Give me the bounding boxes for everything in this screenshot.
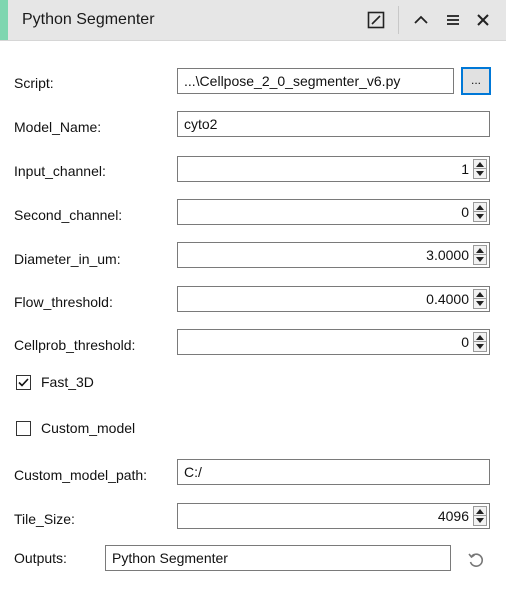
fast-3d-checkbox[interactable] [16,375,31,390]
outputs-field[interactable]: Python Segmenter [105,545,451,571]
browse-button[interactable]: ... [461,67,491,95]
close-icon[interactable] [471,8,495,32]
spin-arrows-icon[interactable] [473,245,487,265]
reset-icon[interactable] [466,550,486,570]
edit-icon[interactable] [364,8,388,32]
custom-model-checkbox[interactable] [16,421,31,436]
second-channel-spinbox[interactable]: 0 [177,199,490,225]
fast-3d-label: Fast_3D [41,374,94,390]
input-channel-label: Input_channel: [14,163,106,179]
tile-size-value: 4096 [437,508,469,524]
script-value: ...\Cellpose_2_0_segmenter_v6.py [184,73,401,89]
model-name-value: cyto2 [184,116,218,132]
outputs-value: Python Segmenter [112,550,228,566]
header-separator [398,6,399,34]
flow-threshold-spinbox[interactable]: 0.4000 [177,286,490,312]
diameter-value: 3.0000 [426,247,469,263]
diameter-label: Diameter_in_um: [14,251,121,267]
diameter-spinbox[interactable]: 3.0000 [177,242,490,268]
script-label: Script: [14,75,54,91]
panel-title: Python Segmenter [22,11,155,28]
panel-header: Python Segmenter [0,0,506,41]
second-channel-label: Second_channel: [14,207,123,223]
cellprob-threshold-spinbox[interactable]: 0 [177,329,490,355]
model-name-label: Model_Name: [14,119,102,135]
input-channel-spinbox[interactable]: 1 [177,156,490,182]
menu-icon[interactable] [441,8,465,32]
spin-arrows-icon[interactable] [473,289,487,309]
flow-threshold-label: Flow_threshold: [14,294,113,310]
second-channel-value: 0 [461,204,469,220]
chevron-up-icon[interactable] [409,8,433,32]
model-name-field[interactable]: cyto2 [177,111,490,137]
tile-size-spinbox[interactable]: 4096 [177,503,490,529]
cellprob-threshold-value: 0 [461,334,469,350]
custom-model-path-field[interactable]: C:/ [177,459,490,485]
accent-bar [0,0,8,40]
tile-size-label: Tile_Size: [14,511,75,527]
spin-arrows-icon[interactable] [473,506,487,526]
flow-threshold-value: 0.4000 [426,291,469,307]
spin-arrows-icon[interactable] [473,202,487,222]
input-channel-value: 1 [461,161,469,177]
custom-model-label: Custom_model [41,420,136,436]
spin-arrows-icon[interactable] [473,332,487,352]
check-icon [18,378,29,387]
cellprob-threshold-label: Cellprob_threshold: [14,337,136,353]
script-field[interactable]: ...\Cellpose_2_0_segmenter_v6.py [177,68,454,94]
custom-model-path-value: C:/ [184,464,202,480]
spin-arrows-icon[interactable] [473,159,487,179]
custom-model-path-label: Custom_model_path: [14,467,148,483]
outputs-label: Outputs: [14,550,67,566]
